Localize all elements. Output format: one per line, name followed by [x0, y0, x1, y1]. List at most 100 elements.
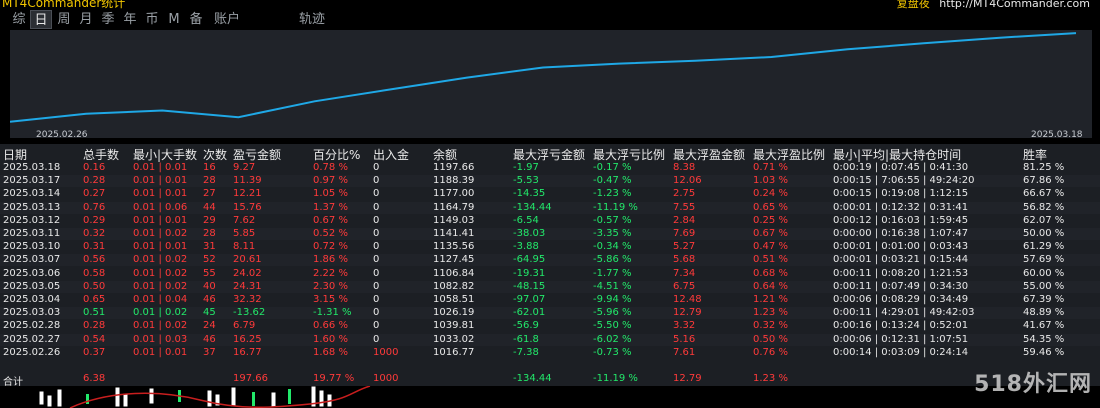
header-hold-time[interactable]: 最小|平均|最大持仓时间	[833, 146, 961, 163]
cell-max-float-loss-pct: -1.77 %	[593, 267, 632, 279]
cell-max-float-profit-pct: 0.51 %	[753, 254, 788, 266]
table-row[interactable]: 2025.02.26 0.37 0.01 | 0.01 37 16.77 1.68 % 10…	[0, 347, 1100, 359]
tab-summary[interactable]: 综	[8, 10, 30, 29]
table-row[interactable]: 2025.03.07 0.56 0.01 | 0.02 52 20.61 1.86 % 0 1…	[0, 254, 1100, 267]
cell-max-float-profit: 7.55	[673, 201, 696, 213]
cell-max-float-profit-pct: 1.21 %	[753, 294, 788, 305]
header-min-max-lots[interactable]: 最小|大手数	[133, 146, 197, 163]
cell-count: 29	[203, 214, 216, 226]
tab-day[interactable]: 日	[30, 10, 52, 29]
cell-max-float-profit-pct: 0.25 %	[753, 214, 788, 226]
tab-backup[interactable]: 备	[185, 10, 207, 29]
header-deposit[interactable]: 出入金	[373, 146, 409, 163]
cell-max-float-loss: -1.97	[513, 162, 539, 173]
cell-date: 2025.03.04	[3, 294, 61, 305]
tab-m[interactable]: M	[163, 10, 185, 29]
cell-pnl: 8.11	[233, 241, 256, 253]
table-row[interactable]: 2025.03.14 0.27 0.01 | 0.01 27 12.21 1.05 % 0 1…	[0, 188, 1100, 200]
tab-quarter[interactable]: 季	[97, 10, 119, 29]
table-row[interactable]: 2025.03.06 0.58 0.01 | 0.02 55 24.02 2.22 % 0 1…	[0, 268, 1100, 280]
table-row[interactable]: 2025.03.03 0.51 0.01 | 0.02 45 -13.62 -1.31 %…	[0, 307, 1100, 320]
cell-max-float-loss: -64.95	[513, 254, 546, 266]
table-row[interactable]: 2025.03.11 0.32 0.01 | 0.02 28 5.85 0.52 % 0 11…	[0, 228, 1100, 240]
header-max-float-profit-pct[interactable]: 最大浮盈比例	[753, 146, 825, 163]
cell-max-float-loss: -62.01	[513, 307, 546, 319]
cell-min-max: 0.01 | 0.02	[133, 228, 188, 239]
cell-max-float-loss: -134.44	[513, 201, 552, 213]
cell-max-float-profit: 12.48	[673, 294, 702, 305]
cell-deposit: 0	[373, 320, 380, 332]
header-count[interactable]: 次数	[203, 146, 227, 163]
tab-week[interactable]: 周	[53, 10, 75, 29]
cell-win-rate: 59.46 %	[1023, 346, 1065, 358]
header-pnl[interactable]: 盈亏金额	[233, 146, 281, 163]
tab-month[interactable]: 月	[75, 10, 97, 29]
cell-min-max: 0.01 | 0.04	[133, 294, 188, 305]
table-row[interactable]: 2025.03.10 0.31 0.01 | 0.01 31 8.11 0.72 % 0 11…	[0, 241, 1100, 253]
tab-currency[interactable]: 币	[141, 10, 163, 29]
cell-pnl: 9.27	[233, 162, 256, 173]
cell-max-float-profit-pct: 1.23 %	[753, 307, 788, 319]
cell-min-max: 0.01 | 0.02	[133, 307, 188, 319]
cell-deposit: 0	[373, 214, 380, 226]
cell-max-float-loss-pct: -0.47 %	[593, 175, 632, 187]
cell-min-max: 0.01 | 0.01	[133, 346, 188, 358]
cell-count: 28	[203, 228, 216, 239]
cell-min-max: 0.01 | 0.01	[133, 188, 188, 200]
header-max-float-loss[interactable]: 最大浮亏金额	[513, 146, 585, 163]
table-row[interactable]: 2025.03.05 0.50 0.01 | 0.02 40 24.31 2.30 % 0 1…	[0, 280, 1100, 293]
equity-chart-svg	[10, 32, 1077, 123]
cell-pnl: 6.79	[233, 320, 256, 332]
header-date[interactable]: 日期	[3, 146, 27, 163]
table-row[interactable]: 2025.03.12 0.29 0.01 | 0.01 29 7.62 0.67 % 0 11…	[0, 215, 1100, 227]
table-row[interactable]: 2025.02.28 0.28 0.01 | 0.02 24 6.79 0.66 % 0 10…	[0, 320, 1100, 332]
cell-pnl: 16.25	[233, 333, 262, 345]
cell-max-float-loss-pct: -1.23 %	[593, 188, 632, 200]
cell-max-float-profit: 5.68	[673, 254, 696, 266]
header-total-lots[interactable]: 总手数	[83, 146, 119, 163]
cell-hold-time: 0:00:19 | 0:07:45 | 0:41:30	[833, 162, 969, 173]
cell-max-float-profit-pct: 0.68 %	[753, 267, 788, 279]
cell-pnl: 32.32	[233, 294, 262, 305]
cell-max-float-profit: 7.61	[673, 346, 696, 358]
cell-percent: 0.72 %	[313, 241, 348, 253]
cell-deposit: 0	[373, 241, 380, 253]
cell-percent: 0.52 %	[313, 228, 348, 239]
cell-hold-time: 0:00:01 | 0:01:00 | 0:03:43	[833, 241, 969, 253]
cell-lots: 0.50	[83, 280, 106, 292]
daily-stats-table: 日期 总手数 最小|大手数 次数 盈亏金额 百分比% 出入金 余额 最大浮亏金额…	[0, 144, 1100, 372]
cell-min-max: 0.01 | 0.02	[133, 254, 188, 266]
cell-pnl: 16.77	[233, 346, 262, 358]
table-row[interactable]: 2025.02.27 0.54 0.01 | 0.03 46 16.25 1.60 % 0 1…	[0, 333, 1100, 346]
header-max-float-profit[interactable]: 最大浮盈金额	[673, 146, 745, 163]
cell-max-float-loss: -5.53	[513, 175, 539, 187]
cell-count: 31	[203, 241, 216, 253]
cell-max-float-loss-pct: -5.96 %	[593, 307, 632, 319]
header-win-rate[interactable]: 胜率	[1023, 146, 1047, 163]
header-percent[interactable]: 百分比%	[313, 146, 360, 163]
tab-year[interactable]: 年	[119, 10, 141, 29]
watermark-logo: 518外汇网	[974, 372, 1092, 397]
header-max-float-loss-pct[interactable]: 最大浮亏比例	[593, 146, 665, 163]
tab-track[interactable]: 轨迹	[295, 10, 329, 29]
table-row[interactable]: 2025.03.17 0.28 0.01 | 0.01 28 11.39 0.97 % 0 1…	[0, 175, 1100, 188]
tab-account[interactable]: 账户	[210, 10, 244, 29]
table-row[interactable]: 2025.03.04 0.65 0.01 | 0.04 46 32.32 3.15 % 0 1…	[0, 294, 1100, 306]
window-title: MT4Commander统计	[2, 0, 126, 9]
cell-date: 2025.03.10	[3, 241, 61, 253]
cell-lots: 0.51	[83, 307, 106, 319]
cell-max-float-profit-pct: 0.76 %	[753, 346, 788, 358]
cell-count: 28	[203, 175, 216, 187]
header-balance[interactable]: 余额	[433, 146, 457, 163]
cell-balance: 1016.77	[433, 346, 475, 358]
table-row[interactable]: 2025.03.13 0.76 0.01 | 0.06 44 15.76 1.37 % 0 1…	[0, 201, 1100, 214]
cell-percent: 1.86 %	[313, 254, 348, 266]
cell-min-max: 0.01 | 0.03	[133, 333, 188, 345]
cell-max-float-loss: -61.8	[513, 333, 539, 345]
cell-win-rate: 48.89 %	[1023, 307, 1065, 319]
cell-max-float-profit: 8.38	[673, 162, 696, 173]
cell-min-max: 0.01 | 0.06	[133, 201, 188, 213]
right-url[interactable]: http://MT4Commander.com	[939, 0, 1090, 9]
cell-win-rate: 81.25 %	[1023, 162, 1065, 173]
table-row[interactable]: 2025.03.18 0.16 0.01 | 0.01 16 9.27 0.78 % 0 11…	[0, 162, 1100, 174]
